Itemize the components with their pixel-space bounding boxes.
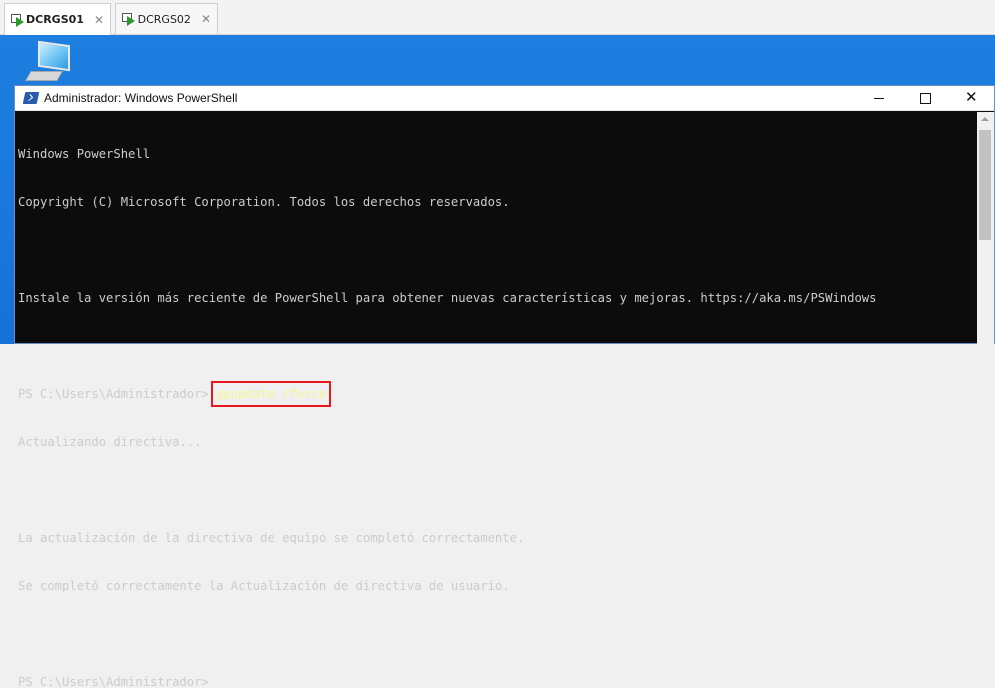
window-controls: ✕ [856, 86, 994, 111]
console-line: La actualización de la directiva de equi… [18, 531, 525, 545]
console-line: Se completó correctamente la Actualizaci… [18, 579, 510, 593]
console-output[interactable]: Windows PowerShell Copyright (C) Microso… [18, 114, 976, 688]
window-titlebar[interactable]: Administrador: Windows PowerShell ✕ [15, 86, 994, 111]
console-line: Windows PowerShell [18, 147, 151, 161]
minimize-icon [874, 98, 884, 99]
vm-running-icon [11, 13, 24, 27]
window-title: Administrador: Windows PowerShell [44, 91, 238, 105]
tab-label: DCRGS01 [26, 13, 84, 26]
vm-tab-strip: DCRGS01 ✕ DCRGS02 ✕ [0, 0, 995, 35]
scrollbar-thumb[interactable] [979, 130, 991, 240]
current-prompt[interactable]: PS C:\Users\Administrador> [18, 674, 976, 688]
close-icon: ✕ [965, 88, 978, 106]
tab-dcrgs01[interactable]: DCRGS01 ✕ [4, 3, 111, 35]
tab-dcrgs02[interactable]: DCRGS02 ✕ [115, 3, 218, 34]
minimize-button[interactable] [856, 86, 902, 111]
powershell-window: Administrador: Windows PowerShell ✕ Wind… [14, 85, 995, 688]
vertical-scrollbar[interactable] [977, 112, 994, 344]
maximize-button[interactable] [902, 86, 948, 111]
this-pc-icon[interactable] [25, 40, 72, 85]
scroll-up-icon[interactable] [981, 117, 989, 121]
prompt-line: PS C:\Users\Administrador> gpupdate /for… [18, 381, 976, 407]
maximize-icon [920, 93, 931, 104]
prompt: PS C:\Users\Administrador> [18, 387, 217, 401]
highlighted-command: gpupdate /force [211, 381, 332, 407]
console-line: Copyright (C) Microsoft Corporation. Tod… [18, 195, 510, 209]
console-line: Instale la versión más reciente de Power… [18, 291, 877, 305]
console-line: Actualizando directiva... [18, 435, 202, 449]
tab-label: DCRGS02 [137, 12, 191, 26]
vm-running-icon [122, 12, 135, 26]
powershell-icon[interactable] [22, 92, 40, 104]
close-button[interactable]: ✕ [948, 86, 994, 111]
close-icon[interactable]: ✕ [201, 12, 211, 26]
close-icon[interactable]: ✕ [94, 13, 104, 27]
